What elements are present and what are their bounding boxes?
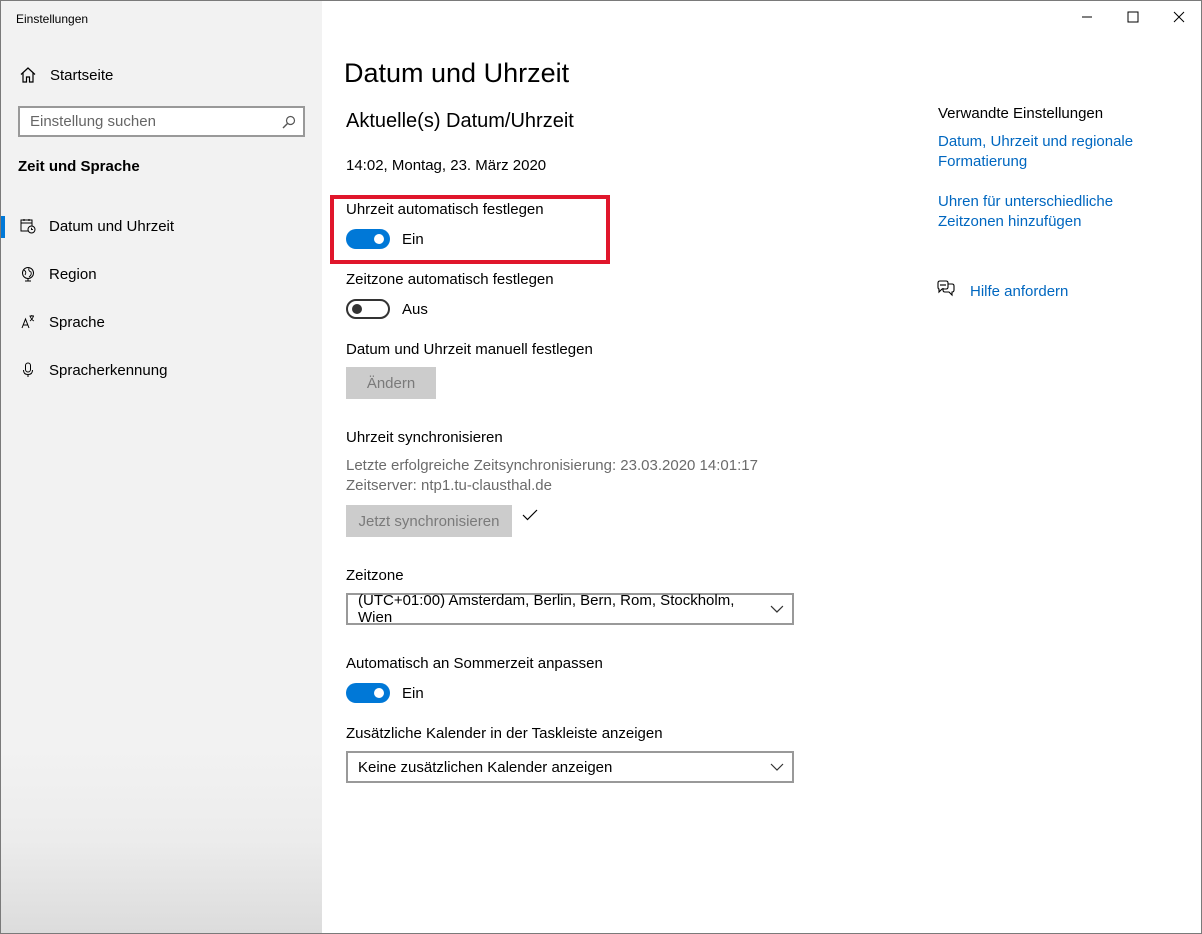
help-label: Hilfe anfordern — [970, 282, 1069, 300]
sidebar-item-region[interactable]: Region — [1, 254, 322, 294]
change-button[interactable]: Ändern — [346, 367, 436, 399]
auto-zone-toggle-row: Aus — [346, 299, 428, 319]
auto-zone-state: Aus — [402, 300, 428, 318]
home-button[interactable]: Startseite — [17, 63, 113, 87]
section-title: Zeit und Sprache — [18, 158, 140, 175]
language-icon — [17, 314, 39, 330]
sidebar-item-label: Sprache — [49, 313, 105, 331]
calendar-label: Zusätzliche Kalender in der Taskleiste a… — [346, 725, 663, 742]
chevron-down-icon — [770, 763, 784, 771]
search-icon[interactable] — [275, 115, 303, 129]
related-settings-heading: Verwandte Einstellungen — [938, 105, 1104, 122]
current-datetime: 14:02, Montag, 23. März 2020 — [346, 157, 547, 174]
settings-search[interactable] — [18, 106, 305, 137]
main-content: Datum und Uhrzeit Aktuelle(s) Datum/Uhrz… — [322, 1, 1202, 933]
time-server-text: Zeitserver: ntp1.tu-clausthal.de — [346, 477, 552, 494]
chevron-down-icon — [770, 605, 784, 613]
timezone-label: Zeitzone — [346, 567, 404, 584]
globe-icon — [17, 266, 39, 282]
sidebar-item-label: Spracherkennung — [49, 361, 168, 379]
help-chat-icon — [936, 280, 956, 302]
sidebar-item-sprache[interactable]: Sprache — [1, 302, 322, 342]
checkmark-icon — [521, 508, 539, 526]
link-additional-clocks[interactable]: Uhren für unterschiedliche Zeitzonen hin… — [938, 192, 1138, 232]
page-title: Datum und Uhrzeit — [344, 58, 570, 88]
dst-label: Automatisch an Sommerzeit anpassen — [346, 655, 603, 672]
sidebar: Einstellungen Startseite Zeit und Sprach… — [1, 1, 322, 933]
microphone-icon — [17, 362, 39, 378]
auto-time-toggle[interactable] — [346, 229, 390, 249]
last-sync-text: Letzte erfolgreiche Zeitsynchronisierung… — [346, 457, 758, 474]
calendar-clock-icon — [17, 218, 39, 234]
sidebar-item-label: Region — [49, 265, 97, 283]
app-title: Einstellungen — [16, 12, 89, 26]
home-icon — [17, 64, 39, 86]
manual-label: Datum und Uhrzeit manuell festlegen — [346, 341, 593, 358]
sidebar-item-spracherkennung[interactable]: Spracherkennung — [1, 350, 322, 390]
dst-toggle-row: Ein — [346, 683, 424, 703]
sidebar-item-datum-und-uhrzeit[interactable]: Datum und Uhrzeit — [1, 206, 322, 246]
calendar-dropdown[interactable]: Keine zusätzlichen Kalender anzeigen — [346, 751, 794, 783]
help-link[interactable]: Hilfe anfordern — [936, 280, 1068, 302]
dst-state: Ein — [402, 684, 424, 702]
sync-label: Uhrzeit synchronisieren — [346, 429, 503, 446]
search-input[interactable] — [20, 108, 275, 135]
settings-window: Einstellungen Startseite Zeit und Sprach… — [0, 0, 1202, 934]
current-datetime-heading: Aktuelle(s) Datum/Uhrzeit — [346, 110, 574, 132]
auto-time-state: Ein — [402, 230, 424, 248]
auto-zone-toggle[interactable] — [346, 299, 390, 319]
timezone-dropdown[interactable]: (UTC+01:00) Amsterdam, Berlin, Bern, Rom… — [346, 592, 794, 626]
dst-toggle[interactable] — [346, 683, 390, 703]
sync-now-button[interactable]: Jetzt synchronisieren — [346, 505, 512, 537]
home-label: Startseite — [50, 66, 114, 84]
auto-time-label: Uhrzeit automatisch festlegen — [346, 201, 544, 218]
auto-time-toggle-row: Ein — [346, 229, 424, 249]
link-regional-format[interactable]: Datum, Uhrzeit und regionale Formatierun… — [938, 132, 1158, 172]
auto-zone-label: Zeitzone automatisch festlegen — [346, 271, 554, 288]
calendar-value: Keine zusätzlichen Kalender anzeigen — [358, 758, 613, 776]
timezone-value: (UTC+01:00) Amsterdam, Berlin, Bern, Rom… — [358, 592, 735, 626]
sidebar-item-label: Datum und Uhrzeit — [49, 217, 175, 235]
